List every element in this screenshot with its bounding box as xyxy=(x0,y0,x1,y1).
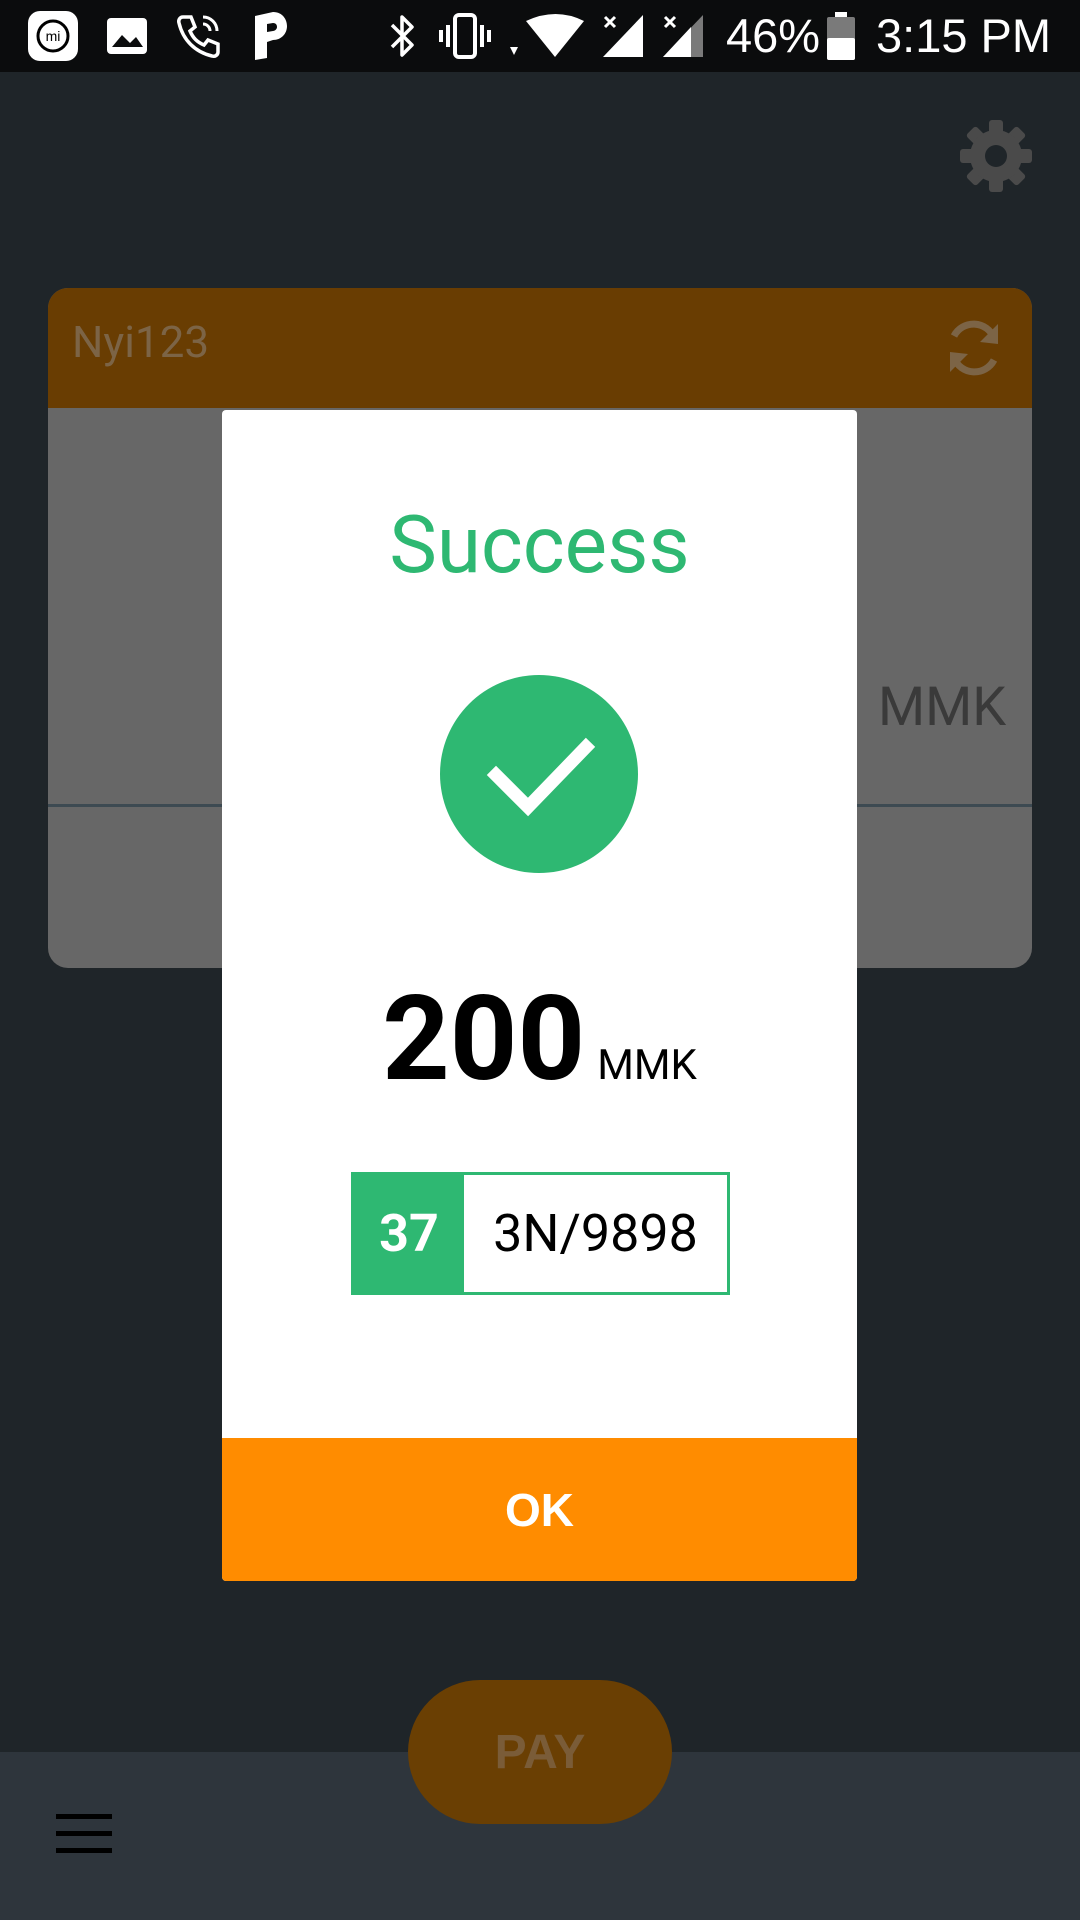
battery-percent: 46% xyxy=(726,9,821,62)
battery-icon xyxy=(826,0,856,72)
mi-home-icon: mi xyxy=(26,0,80,72)
dialog-title: Success xyxy=(389,498,690,592)
status-bar: mi 46% 3:15 PM xyxy=(0,0,1080,72)
parking-app-icon xyxy=(250,0,292,72)
clock: 3:15 PM xyxy=(876,9,1052,62)
signal-icon-2 xyxy=(660,0,706,72)
amount-row: 200 MMK xyxy=(222,980,857,1098)
wifi-call-icon xyxy=(172,0,224,72)
ok-button[interactable]: OK xyxy=(222,1438,857,1581)
bluetooth-icon xyxy=(384,0,420,72)
wifi-icon xyxy=(506,0,586,72)
card-currency-label: MMK xyxy=(878,676,1007,739)
card-header: Nyi123 xyxy=(48,288,1032,408)
svg-text:mi: mi xyxy=(46,28,61,44)
success-dialog: Success 200 MMK 37 3N/9898 OK xyxy=(222,410,857,1581)
amount-currency: MMK xyxy=(597,1041,697,1090)
refresh-icon[interactable] xyxy=(940,314,1008,382)
reference-box: 37 3N/9898 xyxy=(351,1172,730,1295)
vibrate-icon xyxy=(438,0,492,72)
card-title: Nyi123 xyxy=(72,316,210,368)
checkmark-icon xyxy=(440,675,638,873)
reference-code: 3N/9898 xyxy=(493,1203,698,1264)
gear-icon[interactable] xyxy=(958,118,1034,194)
reference-number-badge: 37 xyxy=(354,1175,464,1292)
signal-icon xyxy=(600,0,646,72)
amount-value: 200 xyxy=(382,970,586,1108)
gallery-icon xyxy=(104,0,150,72)
pay-button[interactable]: PAY xyxy=(408,1680,672,1824)
menu-icon[interactable] xyxy=(56,1814,112,1854)
